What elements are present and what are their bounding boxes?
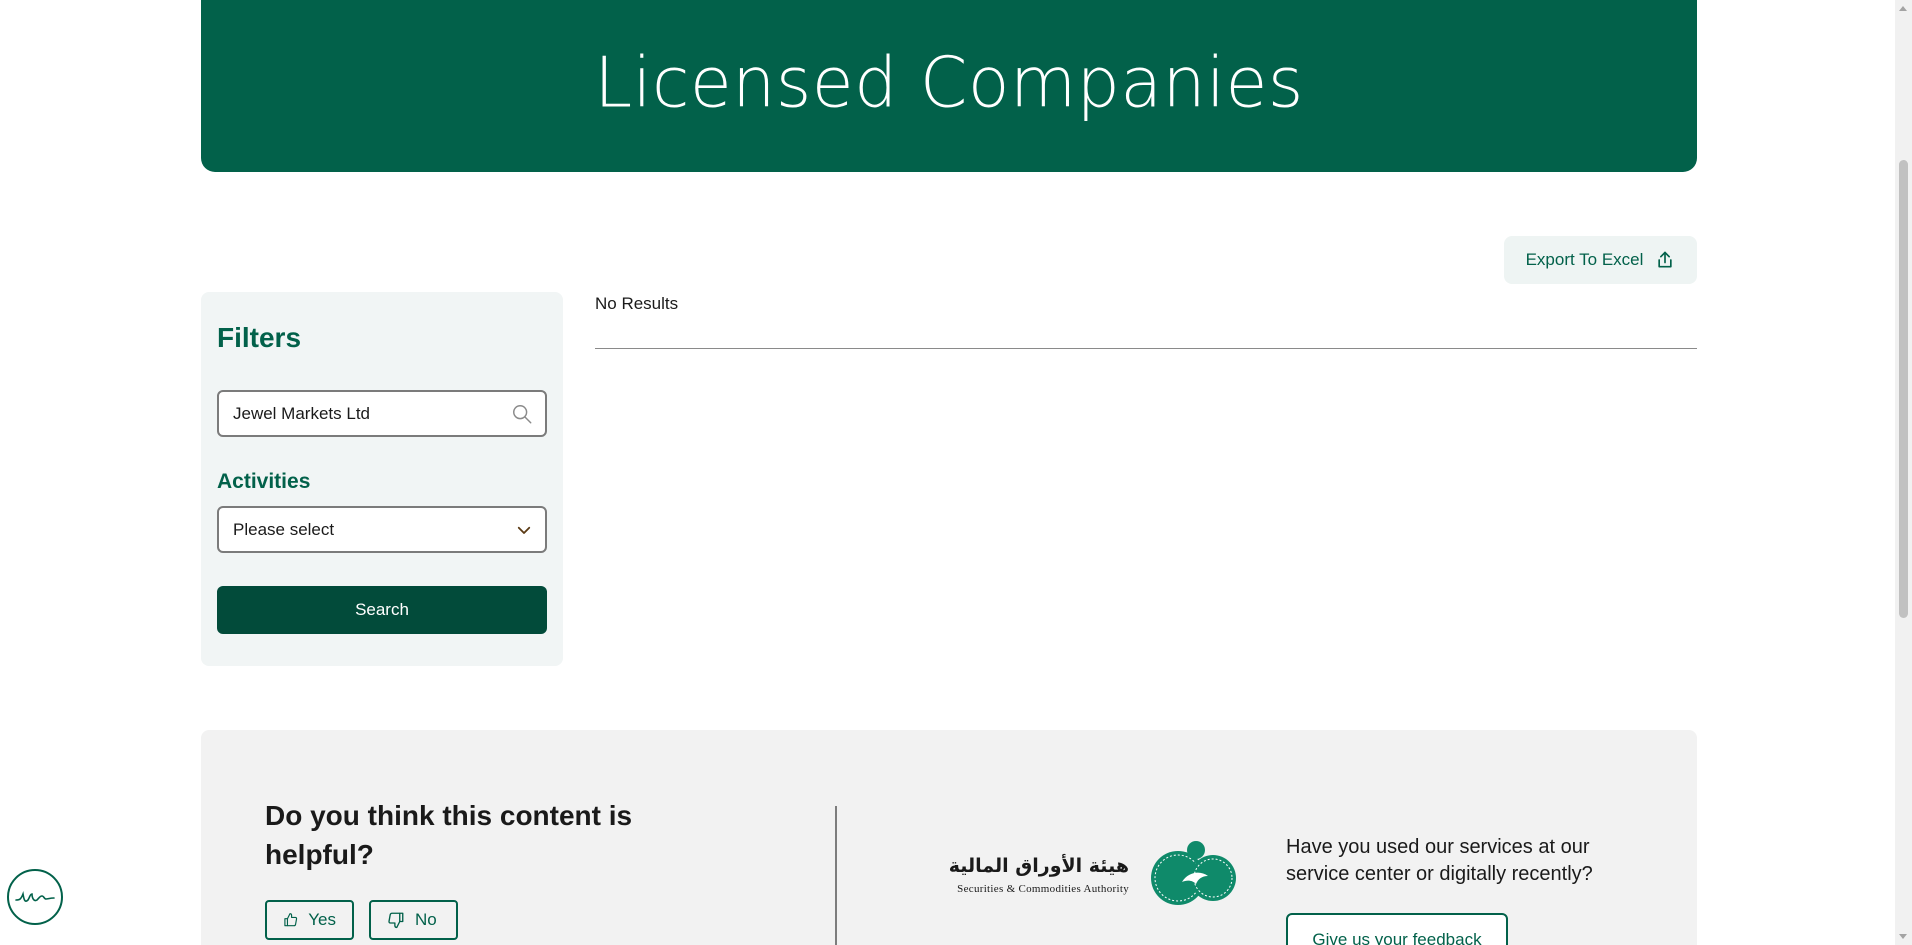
chevron-down-icon (517, 526, 531, 534)
thumbs-up-icon (284, 913, 298, 927)
service-question: Have you used our services at our servic… (1286, 836, 1593, 885)
results-divider (595, 348, 1697, 349)
company-search-field[interactable] (217, 390, 547, 437)
filters-panel: Filters Activities Please select Search (201, 292, 563, 666)
export-to-excel-button[interactable]: Export To Excel (1504, 236, 1697, 284)
feedback-section: Do you think this content is helpful? Ye… (201, 730, 1697, 945)
feedback-yes-button[interactable]: Yes (265, 900, 354, 940)
scroll-down-arrow-icon[interactable] (1899, 934, 1907, 939)
feedback-no-button[interactable]: No (369, 900, 458, 940)
page-title: Licensed Companies (594, 42, 1304, 124)
feedback-divider (835, 806, 837, 945)
thumbs-down-icon (388, 912, 404, 929)
feedback-no-label: No (415, 910, 437, 929)
company-search-input[interactable] (233, 403, 511, 424)
vertical-scrollbar[interactable] (1895, 0, 1912, 945)
feedback-question: Do you think this content is helpful? (265, 800, 633, 870)
activities-selected-value: Please select (233, 519, 335, 539)
activities-select[interactable]: Please select (217, 506, 547, 553)
signature-wave-icon (15, 891, 55, 902)
scroll-thumb[interactable] (1899, 160, 1908, 618)
share-upload-icon (1658, 251, 1673, 268)
hero-banner: Licensed Companies (201, 0, 1697, 172)
results-status: No Results (595, 294, 679, 313)
page: Licensed Companies Export To Excel Filte… (0, 0, 1912, 945)
export-button-label: Export To Excel (1525, 250, 1644, 269)
activities-label: Activities (217, 470, 311, 493)
floating-assistant-button[interactable] (7, 869, 63, 925)
feedback-yes-label: Yes (308, 910, 336, 929)
search-icon[interactable] (511, 403, 533, 425)
sca-logo: هيئة الأوراق المالية والسلع Securities &… (946, 841, 1236, 905)
give-feedback-button[interactable]: Give us your feedback (1286, 913, 1508, 945)
scroll-up-arrow-icon[interactable] (1899, 6, 1907, 11)
search-button[interactable]: Search (217, 586, 547, 634)
sca-emblem-icon (1151, 841, 1236, 905)
filters-title: Filters (217, 322, 302, 353)
sca-logo-arabic-text: هيئة الأوراق المالية والسلع (946, 854, 1129, 877)
sca-logo-english-text: Securities & Commodities Authority (957, 883, 1129, 895)
